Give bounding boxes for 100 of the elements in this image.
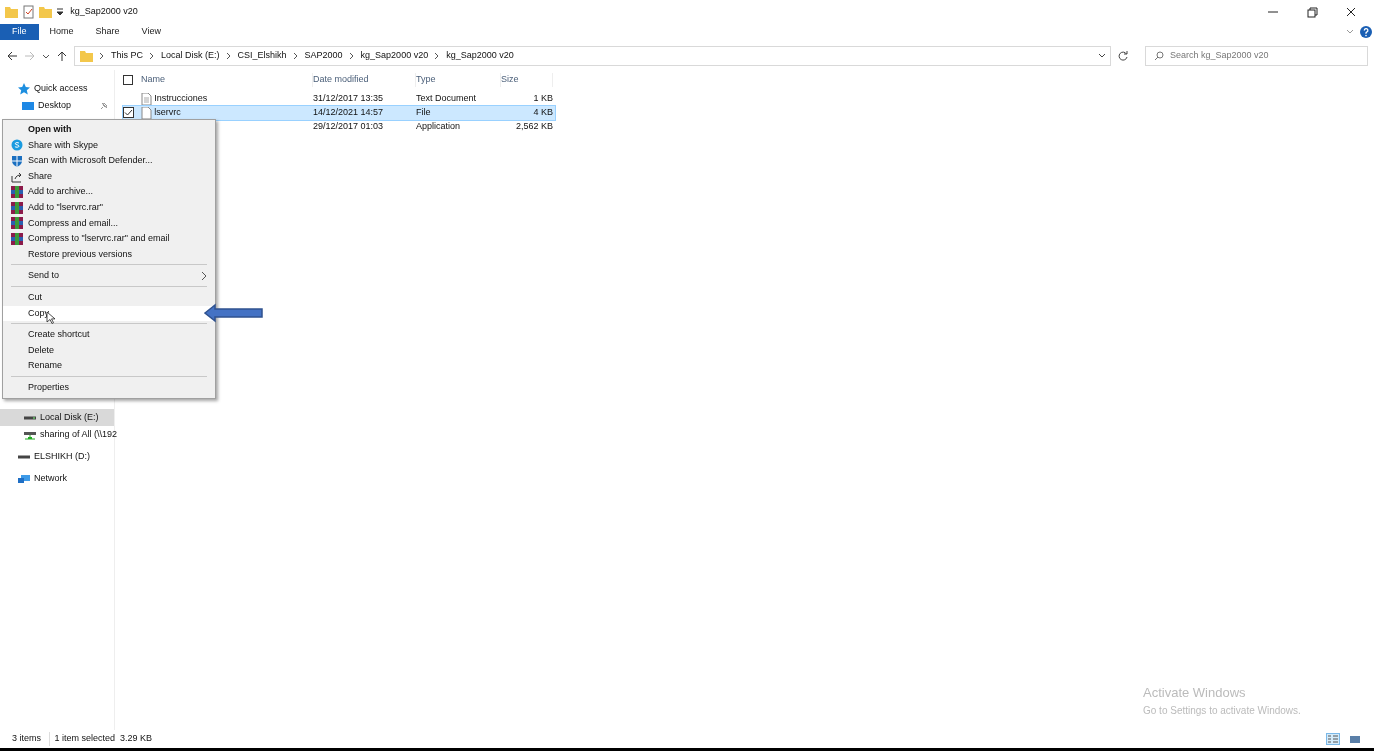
ribbon-tab[interactable]: View	[130, 24, 172, 40]
menu-item[interactable]: Send to	[3, 268, 215, 284]
share-icon	[11, 170, 23, 183]
sidebar-label[interactable]: Network	[34, 471, 67, 486]
archive-icon	[11, 217, 23, 230]
folder-icon	[79, 49, 93, 63]
drive-icon	[24, 415, 36, 420]
checkbox[interactable]	[123, 107, 134, 119]
breadcrumb-link[interactable]: This PC	[111, 49, 143, 63]
menu-item[interactable]: Properties	[3, 379, 215, 396]
drive-icon	[18, 454, 30, 459]
menu-item[interactable]: Add to archive...	[3, 184, 215, 200]
file-row[interactable]: lservrc 14/12/2021 14:57 File 4 KB	[123, 106, 555, 120]
breadcrumb-link[interactable]: kg_Sap2000 v20	[360, 49, 429, 63]
chevron-right-icon	[201, 271, 207, 282]
file-name: Instrucciones	[154, 92, 208, 106]
sidebar-item[interactable]: Desktop	[0, 97, 114, 114]
watermark-title: Activate Windows	[1143, 684, 1247, 702]
ribbon-tab[interactable]: File	[0, 24, 39, 40]
chevron-right-icon	[225, 52, 232, 60]
sidebar-item[interactable]: ELSHIKH (D:)	[0, 448, 114, 465]
desktop-icon	[22, 99, 34, 112]
ribbon-tab[interactable]: Share	[84, 24, 131, 40]
chevron-right-icon	[292, 52, 299, 60]
search-icon	[1154, 51, 1164, 61]
address-bar[interactable]: This PC Local Disk (E:) CSI_Elshikh SAP2000 kg_Sap2000 v20 kg_Sap2000 v20	[74, 46, 1111, 66]
archive-icon	[11, 201, 23, 214]
restore-icon[interactable]	[1305, 5, 1319, 19]
file-size: 2,562 KB	[514, 120, 553, 134]
up-arrow-icon[interactable]	[56, 50, 68, 62]
breadcrumb-link[interactable]: kg_Sap2000 v20	[446, 49, 514, 63]
chevron-right-icon	[99, 52, 105, 60]
file-icon	[141, 107, 152, 119]
menu-item[interactable]: Share	[3, 168, 215, 185]
menu-item[interactable]: Share with Skype	[3, 137, 215, 154]
arrow-annotation	[204, 303, 264, 323]
menu-item[interactable]: Delete	[3, 342, 215, 359]
sidebar-item[interactable]: Network	[0, 470, 114, 487]
window-title: kg_Sap2000 v20	[70, 5, 138, 19]
search-field[interactable]: Search kg_Sap2000 v20	[1145, 46, 1368, 66]
archive-icon	[11, 232, 23, 245]
watermark-text: Go to Settings to activate Windows.	[1143, 703, 1301, 718]
menu-item[interactable]: Compress and email...	[3, 215, 215, 232]
date-modified: 14/12/2021 14:57	[313, 106, 385, 120]
pin-icon[interactable]	[100, 101, 108, 110]
sidebar-label[interactable]: Desktop	[38, 98, 72, 113]
file-type: Application	[416, 120, 462, 134]
back-arrow-icon[interactable]	[6, 50, 18, 62]
archive-icon	[11, 186, 23, 199]
skype-icon	[11, 139, 23, 152]
sidebar-label[interactable]: Quick access	[34, 81, 88, 96]
file-size: 1 KB	[532, 92, 553, 106]
menu-item[interactable]: Restore previous versions	[3, 246, 215, 263]
breadcrumb-link[interactable]: SAP2000	[304, 49, 343, 63]
menu-item[interactable]: Create shortcut	[3, 327, 215, 343]
column-header[interactable]: Size	[501, 73, 553, 87]
close-icon[interactable]	[1344, 5, 1358, 19]
chevron-down-icon[interactable]	[42, 52, 50, 60]
menu-item[interactable]: Scan with Microsoft Defender...	[3, 153, 215, 169]
menu-item[interactable]: Open with	[3, 122, 215, 138]
column-header[interactable]: Name	[141, 73, 313, 87]
select-all-checkbox[interactable]	[123, 75, 133, 85]
menu-item[interactable]: Copy	[3, 305, 215, 322]
help-icon[interactable]	[1359, 26, 1372, 38]
sidebar-label[interactable]: ELSHIKH (D:)	[34, 449, 90, 464]
shield-icon	[11, 155, 23, 167]
chevron-right-icon	[348, 52, 355, 60]
star-icon	[18, 82, 30, 95]
selection-info: 1 item selected 3.29 KB	[49, 732, 153, 746]
breadcrumb-link[interactable]: CSI_Elshikh	[237, 49, 287, 63]
chevron-down-icon[interactable]	[1098, 52, 1106, 60]
column-header[interactable]: Date modified	[313, 73, 416, 87]
ribbon-tab[interactable]: Home	[38, 24, 85, 40]
thumbnails-view-button[interactable]	[1348, 733, 1362, 745]
folder-icon	[4, 5, 18, 19]
checkmark-document-icon[interactable]	[22, 5, 34, 19]
menu-item[interactable]: Add to "lservrc.rar"	[3, 199, 215, 216]
file-name: lservrc	[154, 106, 181, 120]
text-file-icon	[141, 93, 152, 105]
refresh-icon[interactable]	[1117, 50, 1129, 62]
item-count: 3 items	[12, 732, 41, 746]
menu-item[interactable]: Cut	[3, 289, 215, 306]
file-type: File	[416, 106, 432, 120]
network-icon	[18, 472, 30, 485]
menu-item[interactable]: Rename	[3, 358, 215, 374]
breadcrumb-link[interactable]: Local Disk (E:)	[161, 49, 220, 63]
dropdown-icon[interactable]	[56, 7, 64, 17]
sidebar-label[interactable]: Local Disk (E:)	[40, 410, 99, 425]
date-modified: 29/12/2017 01:03	[313, 120, 385, 134]
sidebar-item[interactable]: Local Disk (E:)	[0, 409, 114, 426]
chevron-right-icon	[149, 52, 155, 60]
sidebar-item[interactable]: Quick access	[0, 80, 114, 97]
chevron-right-icon	[434, 52, 441, 60]
file-size: 4 KB	[532, 106, 553, 120]
file-row[interactable]: Instrucciones 31/12/2017 13:35 Text Document 1 KB	[123, 92, 555, 106]
column-header[interactable]: Type	[416, 73, 501, 87]
sidebar-label[interactable]: sharing of All (\\192	[40, 427, 118, 442]
date-modified: 31/12/2017 13:35	[313, 92, 385, 106]
menu-item[interactable]: Compress to "lservrc.rar" and email	[3, 231, 215, 247]
file-type: Text Document	[416, 92, 478, 106]
